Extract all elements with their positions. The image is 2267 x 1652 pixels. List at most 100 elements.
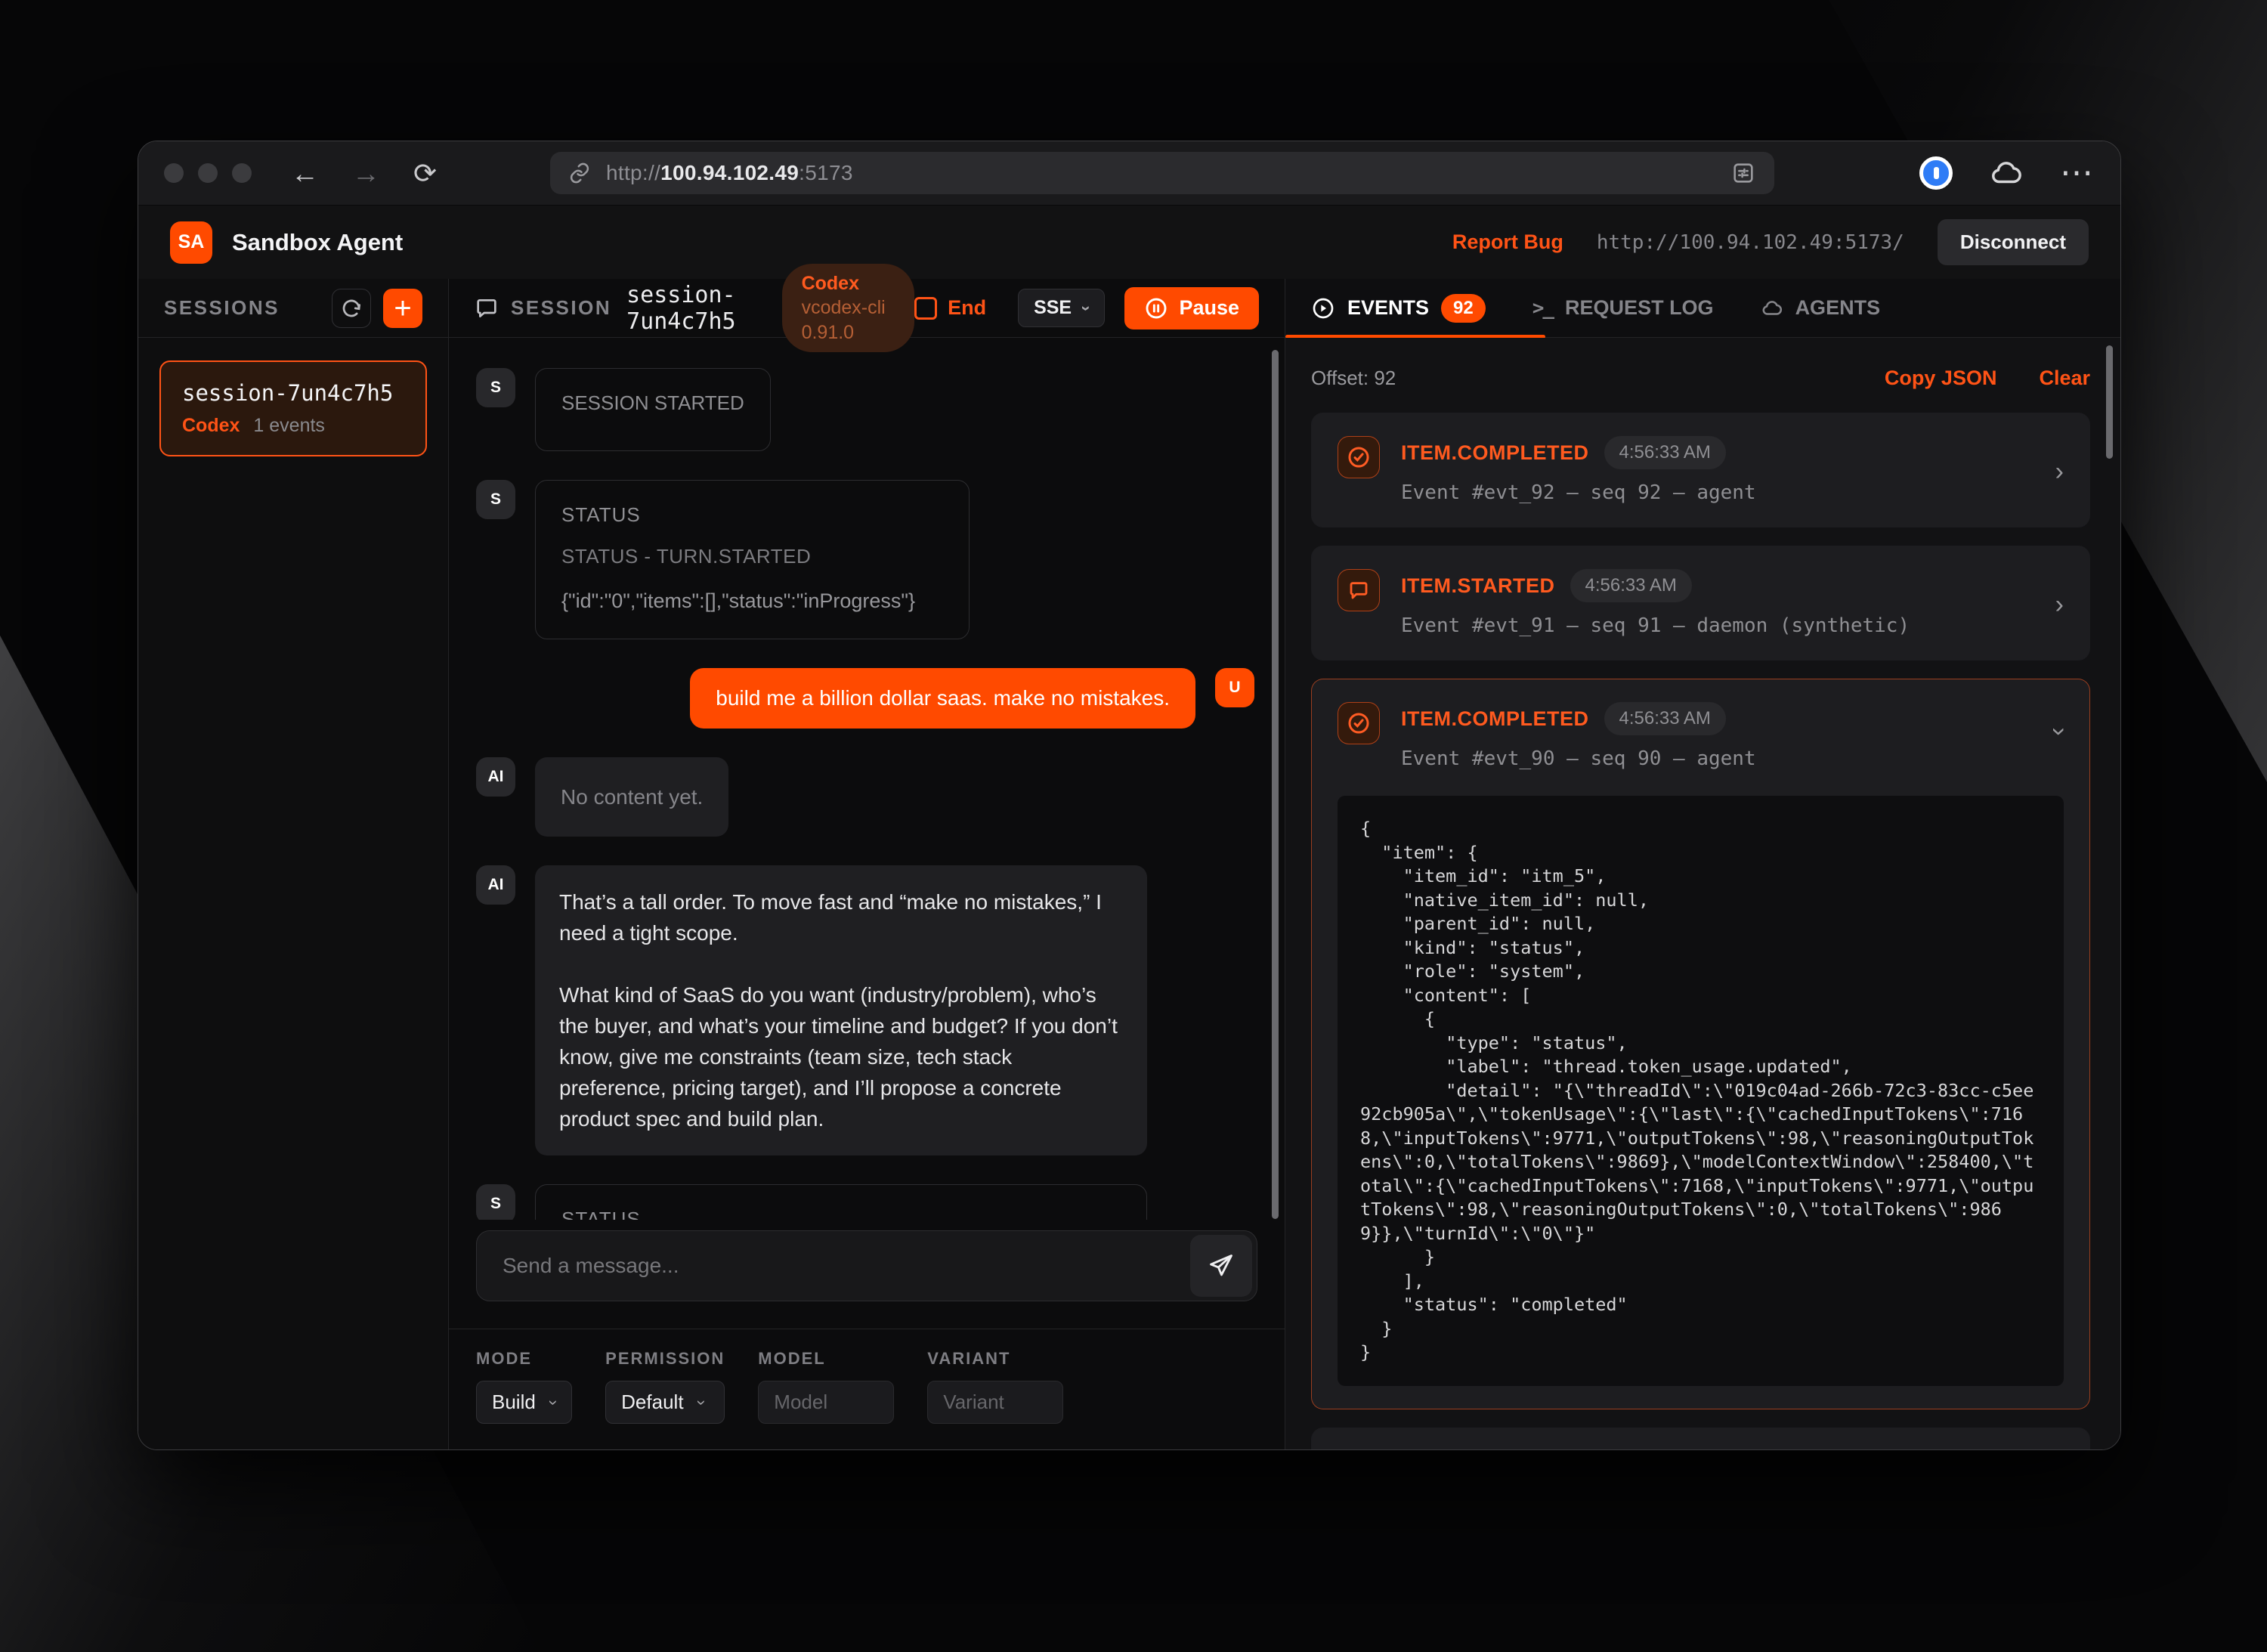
clear-button[interactable]: Clear — [2039, 367, 2090, 390]
event-time-badge: 4:56:33 AM — [1604, 436, 1726, 469]
back-icon[interactable]: ← — [291, 159, 319, 187]
model-label: MODEL — [758, 1349, 894, 1369]
address-bar[interactable]: http://100.94.102.49:5173 — [550, 152, 1774, 194]
transport-select[interactable]: SSE› — [1018, 289, 1105, 327]
send-icon — [1207, 1251, 1236, 1280]
ai-avatar: AI — [476, 865, 515, 905]
event-card[interactable]: ITEM.COMPLETED4:56:33 AM Event #evt_92 –… — [1311, 413, 2090, 527]
permission-select[interactable]: Default› — [605, 1381, 725, 1424]
offset-text: Offset: 92 — [1311, 367, 1396, 390]
new-session-button[interactable]: + — [383, 289, 422, 328]
message-input[interactable] — [481, 1254, 1190, 1278]
copy-json-button[interactable]: Copy JSON — [1885, 367, 1997, 390]
system-avatar: S — [476, 480, 515, 519]
ai-message-row: AI No content yet. — [476, 757, 1254, 837]
disconnect-button[interactable]: Disconnect — [1938, 219, 2089, 265]
session-controls: MODE Build› PERMISSION Default› MODEL VA… — [449, 1329, 1285, 1449]
pause-button[interactable]: Pause — [1124, 287, 1259, 329]
forward-icon[interactable]: → — [352, 159, 380, 187]
events-list[interactable]: Offset: 92 Copy JSON Clear ITEM.COMPLETE… — [1285, 338, 2120, 1449]
event-card[interactable]: ITEM.STARTED4:56:33 AM Event #evt_91 – s… — [1311, 546, 2090, 660]
status-card: STATUS STATUS - TURN.STARTED {"id":"0","… — [535, 480, 970, 639]
session-event-count: 1 events — [253, 415, 325, 437]
status-card: STATUS STATUS - THREAD.TOKEN_USAGE.UPDAT… — [535, 1184, 1147, 1220]
user-message-row: build me a billion dollar saas. make no … — [476, 668, 1254, 729]
session-name: session-7un4c7h5 — [182, 380, 404, 406]
browser-toolbar: ← → ⟳ http://100.94.102.49:5173 ⋯ — [138, 141, 2120, 205]
event-time-badge: 4:56:33 AM — [1604, 702, 1726, 735]
message-list[interactable]: S SESSION STARTED S STATUS STATUS - TURN… — [449, 338, 1285, 1220]
tab-events[interactable]: EVENTS 92 — [1311, 294, 1486, 323]
url-text: http://100.94.102.49:5173 — [606, 161, 853, 185]
end-checkbox[interactable] — [914, 297, 937, 320]
zoom-window-button[interactable] — [232, 163, 252, 183]
server-url-text: http://100.94.102.49:5173/ — [1597, 231, 1904, 254]
session-agent-label: Codex — [182, 415, 240, 437]
events-scrollbar[interactable] — [2106, 345, 2113, 459]
end-label[interactable]: End — [948, 296, 986, 320]
app-title: Sandbox Agent — [232, 229, 403, 256]
password-manager-icon[interactable] — [1919, 156, 1953, 190]
message-input-container — [476, 1230, 1257, 1301]
event-card-expanded[interactable]: ITEM.COMPLETED4:56:33 AM Event #evt_90 –… — [1311, 679, 2090, 1409]
sessions-sidebar: SESSIONS + session-7un4c7h5 Codex 1 even… — [138, 279, 449, 1449]
ai-message-bubble: No content yet. — [535, 757, 728, 837]
user-avatar: U — [1215, 668, 1254, 707]
terminal-icon: >_ — [1532, 297, 1553, 320]
minimize-window-button[interactable] — [198, 163, 218, 183]
cloud-icon[interactable] — [1989, 156, 2024, 190]
chevron-right-icon: › — [2055, 592, 2064, 617]
reload-icon[interactable]: ⟳ — [413, 159, 437, 187]
tab-agents[interactable]: AGENTS — [1761, 296, 1881, 320]
event-card[interactable]: ITEM.STARTED4:56:33 AM Event #evt_89 – s… — [1311, 1428, 2090, 1450]
variant-input[interactable] — [927, 1381, 1063, 1424]
session-list-item[interactable]: session-7un4c7h5 Codex 1 events — [159, 360, 427, 456]
session-started-bubble: SESSION STARTED — [535, 368, 771, 451]
app-header: SA Sandbox Agent Report Bug http://100.9… — [138, 205, 2120, 279]
variant-label: VARIANT — [927, 1349, 1063, 1369]
session-chat-icon — [475, 296, 499, 320]
mode-label: MODE — [476, 1349, 572, 1369]
browser-window: ← → ⟳ http://100.94.102.49:5173 ⋯ SA San… — [138, 141, 2121, 1450]
user-message-bubble: build me a billion dollar saas. make no … — [690, 668, 1195, 729]
ai-avatar: AI — [476, 757, 515, 797]
app-logo: SA — [170, 221, 212, 264]
check-circle-icon — [1338, 436, 1380, 478]
model-input[interactable] — [758, 1381, 894, 1424]
chevron-down-icon: › — [2046, 727, 2072, 735]
chat-bubble-icon — [1338, 569, 1380, 611]
session-id: session-7un4c7h5 — [626, 282, 765, 335]
pause-icon — [1144, 296, 1168, 320]
system-avatar: S — [476, 1184, 515, 1220]
tab-request-log[interactable]: >_ REQUEST LOG — [1532, 296, 1714, 320]
chat-scrollbar[interactable] — [1272, 350, 1279, 1219]
reader-settings-icon[interactable] — [1730, 160, 1756, 186]
status-message-row: S STATUS STATUS - TURN.STARTED {"id":"0"… — [476, 480, 1254, 639]
permission-label: PERMISSION — [605, 1349, 725, 1369]
chevron-down-icon: › — [1078, 305, 1095, 311]
events-panel: EVENTS 92 >_ REQUEST LOG AGENTS Offse — [1285, 279, 2120, 1449]
system-message-row: S SESSION STARTED — [476, 368, 1254, 451]
report-bug-link[interactable]: Report Bug — [1452, 230, 1563, 254]
event-time-badge: 4:56:33 AM — [1570, 569, 1692, 602]
ai-message-row: AI That’s a tall order. To move fast and… — [476, 865, 1254, 1155]
play-circle-icon — [1311, 296, 1335, 320]
chevron-down-icon: › — [693, 1400, 710, 1405]
check-circle-icon — [1338, 702, 1380, 744]
chevron-down-icon: › — [545, 1400, 561, 1405]
session-label: SESSION — [511, 296, 611, 320]
browser-menu-icon[interactable]: ⋯ — [2060, 166, 2095, 180]
window-controls[interactable] — [164, 163, 252, 183]
sessions-title: SESSIONS — [164, 296, 280, 320]
system-avatar: S — [476, 368, 515, 407]
status-message-row: S STATUS STATUS - THREAD.TOKEN_USAGE.UPD… — [476, 1184, 1254, 1220]
mode-select[interactable]: Build› — [476, 1381, 572, 1424]
events-count-badge: 92 — [1441, 294, 1486, 323]
close-window-button[interactable] — [164, 163, 184, 183]
refresh-sessions-button[interactable] — [332, 289, 371, 328]
send-button[interactable] — [1190, 1235, 1252, 1297]
ai-message-bubble: That’s a tall order. To move fast and “m… — [535, 865, 1147, 1155]
chevron-right-icon: › — [2055, 459, 2064, 484]
event-json-payload: { "item": { "item_id": "itm_5", "native_… — [1338, 796, 2064, 1386]
cloud-icon — [1761, 297, 1783, 320]
